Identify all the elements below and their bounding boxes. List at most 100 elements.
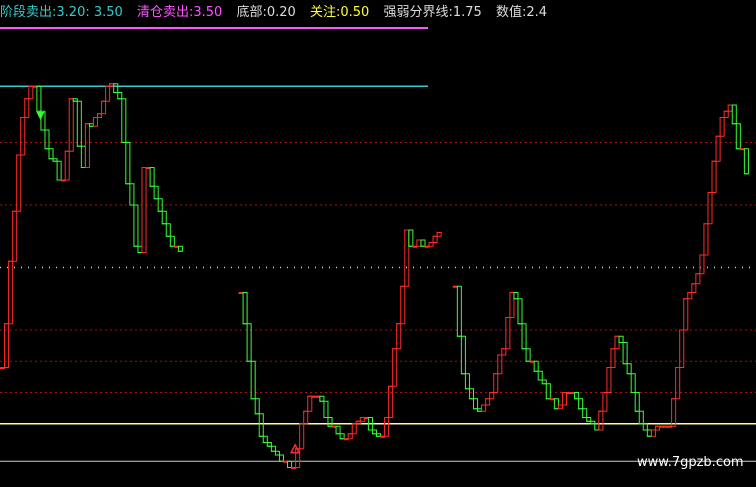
fall-step (735, 123, 741, 150)
fall-step (456, 285, 462, 337)
legend-value: 0.20 (266, 5, 296, 20)
legend-label: 数值 (495, 5, 522, 20)
legend-item-current-value: 数值: 2.4 (496, 0, 547, 26)
rise-step (711, 160, 717, 193)
rise-step (598, 410, 604, 431)
fall-step (517, 298, 523, 325)
rise-step (351, 423, 357, 435)
rise-step (485, 398, 491, 406)
rise-step (610, 348, 616, 368)
rise-step (481, 404, 487, 412)
fall-step (335, 425, 341, 435)
fall-step (48, 148, 54, 160)
fall-step (250, 360, 256, 400)
fall-step (525, 348, 531, 362)
indicator-chart (0, 27, 756, 469)
indicator-legend: 阶段卖出: 3.20 : 3.50 清仓卖出: 3.50 底部: 0.20 关注… (0, 0, 547, 26)
fall-step (319, 395, 325, 402)
fall-step (634, 392, 640, 412)
rise-step (675, 367, 681, 400)
rise-step (12, 210, 18, 262)
rise-step (28, 85, 34, 100)
rise-step (299, 423, 305, 450)
fall-step (582, 408, 588, 418)
fall-step (117, 92, 123, 100)
fall-step (270, 445, 276, 452)
legend-label: 清仓卖出 (136, 5, 189, 20)
fall-step (246, 323, 252, 362)
rise-step (8, 260, 14, 325)
fall-step (129, 183, 135, 206)
fall-step (258, 413, 264, 437)
legend-item-bottom: 底部: 0.20 (236, 0, 295, 26)
rise-step (16, 154, 22, 212)
rise-step (105, 85, 111, 102)
rise-step (723, 110, 729, 118)
legend-value: 3.20 (56, 5, 86, 20)
fall-step (578, 398, 584, 410)
fall-step (460, 335, 466, 375)
fall-step (274, 450, 280, 456)
fall-step (113, 83, 119, 93)
fall-step (513, 292, 519, 300)
fall-step (278, 454, 284, 462)
fall-step (266, 442, 272, 447)
rise-step (679, 329, 685, 368)
fall-step (133, 204, 139, 247)
rise-step (396, 323, 402, 350)
indicator-steps (0, 83, 749, 469)
fall-step (594, 423, 600, 431)
rise-step (24, 98, 30, 118)
fall-step (464, 373, 470, 390)
rise-step (695, 273, 701, 285)
fall-step (137, 245, 143, 253)
rise-step (606, 367, 612, 393)
rise-step (671, 398, 677, 427)
rise-step (557, 404, 563, 410)
legend-extra-value: : 3.50 (85, 5, 123, 20)
legend-item-strength-divider: 强弱分界线: 1.75 (383, 0, 481, 26)
fall-step (743, 148, 749, 175)
rise-step (68, 98, 74, 152)
rise-step (509, 292, 515, 318)
fall-step (626, 363, 632, 375)
rise-step (303, 410, 309, 425)
fall-step (553, 398, 559, 410)
rise-step (707, 192, 713, 225)
rise-step (505, 317, 511, 350)
rise-step (497, 354, 503, 375)
rise-step (727, 104, 733, 112)
fall-step (121, 98, 127, 143)
legend-item-clear-sell: 清仓卖出: 3.50 (137, 0, 222, 26)
fall-step (153, 185, 159, 200)
rise-step (359, 417, 365, 422)
rise-step (428, 242, 434, 247)
fall-step (254, 398, 260, 415)
rise-step (416, 239, 422, 247)
fall-step (541, 379, 547, 385)
legend-item-stage-sell: 阶段卖出: 3.20 : 3.50 (0, 0, 123, 26)
rise-step (84, 123, 90, 168)
rise-step (436, 232, 442, 237)
rise-step (347, 433, 353, 440)
fall-step (149, 167, 155, 187)
rise-step (654, 425, 660, 431)
fall-step (44, 129, 50, 150)
rise-step (307, 395, 313, 412)
fall-step (408, 229, 414, 247)
rise-step (404, 229, 410, 287)
rise-step (64, 150, 70, 181)
rise-step (561, 392, 567, 406)
rise-step (691, 283, 697, 293)
legend-value: 2.4 (526, 5, 548, 20)
fall-step (521, 323, 527, 350)
watermark-text: www.7gpzb.com (637, 455, 744, 470)
fall-step (242, 292, 248, 325)
legend-label: 强弱分界线 (383, 5, 449, 20)
fall-step (262, 435, 268, 443)
fall-step (533, 360, 539, 372)
legend-label: 关注 (309, 5, 336, 20)
rise-step (388, 385, 394, 418)
rise-step (501, 348, 507, 356)
legend-value: 3.50 (193, 5, 223, 20)
